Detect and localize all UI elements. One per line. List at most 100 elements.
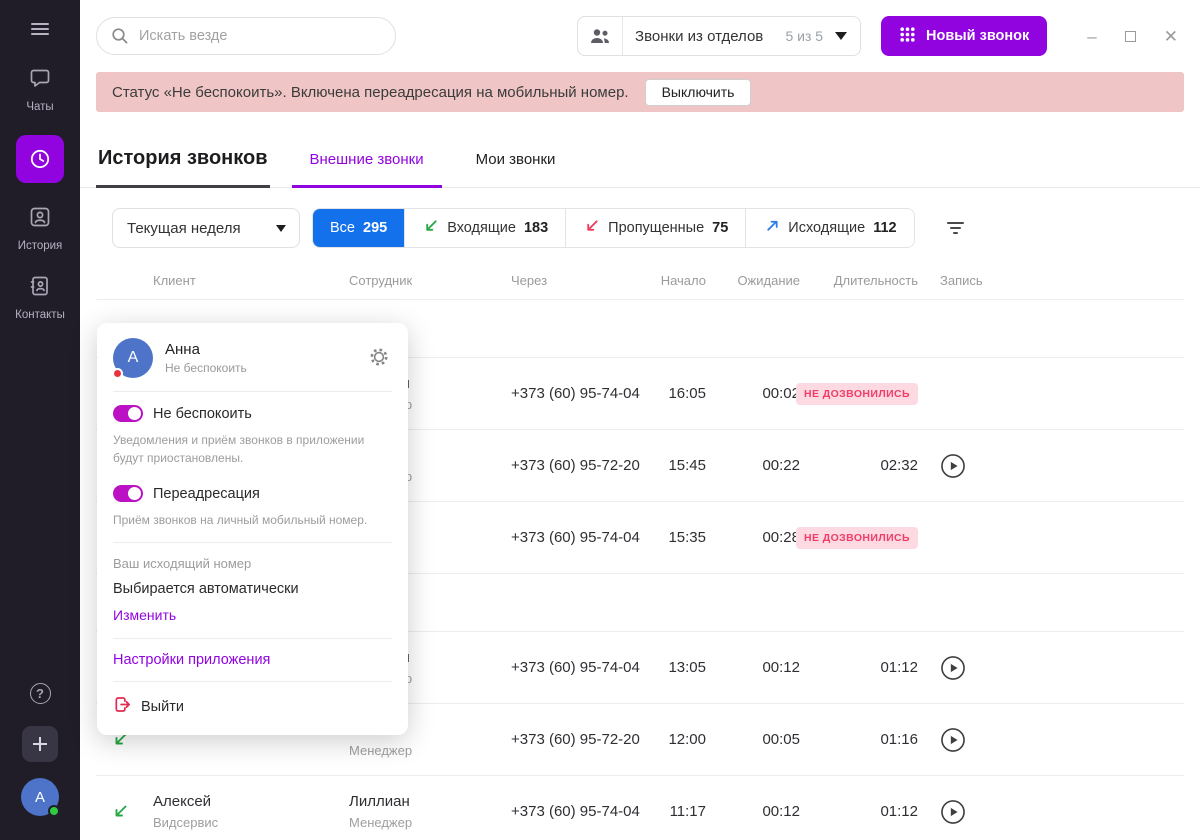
- via-number: +373 (60) 95-72-20: [494, 731, 644, 748]
- window-controls: – ✕: [1085, 26, 1180, 47]
- banner-text: Статус «Не беспокоить». Включена переадр…: [112, 84, 629, 101]
- settings-gear-button[interactable]: [366, 344, 392, 373]
- start-time: 11:17: [644, 803, 706, 820]
- profile-popup: А Анна Не беспокоить Не беспокоить Уведо…: [97, 323, 408, 735]
- department-filter-label: Звонки из отделов: [635, 28, 763, 45]
- dnd-status-banner: Статус «Не беспокоить». Включена переадр…: [96, 72, 1184, 112]
- department-filter-count: 5 из 5: [785, 28, 823, 44]
- start-time: 16:05: [644, 385, 706, 402]
- table-header: Клиент Сотрудник Через Начало Ожидание Д…: [96, 262, 1184, 300]
- divider: [113, 391, 392, 392]
- maximize-button[interactable]: [1123, 26, 1138, 47]
- employee-role: Менеджер: [349, 743, 494, 758]
- filters-row: Текущая неделя Все 295 Входящие 183: [80, 208, 1200, 248]
- wait-time: 00:12: [706, 659, 800, 676]
- segment-incoming[interactable]: Входящие 183: [404, 209, 565, 247]
- tab-my-calls[interactable]: Мои звонки: [458, 151, 574, 188]
- duration: 02:32: [880, 457, 918, 474]
- app-settings-link[interactable]: Настройки приложения: [113, 652, 392, 668]
- wait-time: 00:28: [706, 529, 800, 546]
- segment-missed[interactable]: Пропущенные 75: [565, 209, 745, 247]
- start-time: 12:00: [644, 731, 706, 748]
- new-call-button[interactable]: Новый звонок: [881, 16, 1047, 56]
- period-value: Текущая неделя: [127, 220, 241, 237]
- minimize-icon: –: [1087, 27, 1096, 46]
- play-button[interactable]: [940, 655, 966, 681]
- call-row[interactable]: АлексейВидсервис ЛиллианМенеджер +373 (6…: [96, 776, 1184, 840]
- profile-popup-header: А Анна Не беспокоить: [113, 338, 392, 378]
- page-title: История звонков: [96, 147, 270, 188]
- divider: [113, 638, 392, 639]
- sidebar-item-chats[interactable]: Чаты: [0, 66, 80, 113]
- turn-off-dnd-button[interactable]: Выключить: [645, 79, 752, 106]
- sidebar-item-call-history-active[interactable]: [0, 135, 80, 183]
- add-button[interactable]: [22, 726, 58, 762]
- segment-label: Пропущенные: [608, 220, 704, 236]
- profile-status: Не беспокоить: [165, 361, 366, 375]
- close-button[interactable]: ✕: [1162, 26, 1180, 47]
- toggle-description: Уведомления и приём звонков в приложении…: [113, 431, 392, 467]
- duration: 01:12: [880, 659, 918, 676]
- avatar-letter: А: [35, 789, 45, 806]
- sidebar-avatar[interactable]: А: [21, 778, 59, 816]
- logout-icon: [113, 695, 132, 718]
- start-time: 15:45: [644, 457, 706, 474]
- column-wait: Ожидание: [706, 273, 800, 288]
- call-type-segments: Все 295 Входящие 183 Пропущенные: [312, 208, 915, 248]
- via-number: +373 (60) 95-74-04: [494, 385, 644, 402]
- column-via: Через: [494, 273, 644, 288]
- toggle-label: Переадресация: [153, 486, 260, 502]
- chat-icon: [28, 66, 52, 95]
- play-button[interactable]: [940, 453, 966, 479]
- people-icon: [578, 26, 622, 46]
- sidebar-item-label: Чаты: [26, 101, 53, 113]
- sidebar-item-contacts[interactable]: Контакты: [0, 274, 80, 321]
- logout-label: Выйти: [141, 699, 184, 715]
- help-button[interactable]: [0, 683, 80, 704]
- segment-outgoing[interactable]: Исходящие 112: [745, 209, 913, 247]
- search-icon: [110, 26, 130, 51]
- column-client: Клиент: [144, 273, 334, 288]
- dnd-toggle[interactable]: [113, 405, 143, 422]
- search-input[interactable]: [96, 17, 396, 55]
- toggle-description: Приём звонков на личный мобильный номер.: [113, 511, 392, 529]
- via-number: +373 (60) 95-74-04: [494, 529, 644, 546]
- page-header: История звонков Внешние звонки Мои звонк…: [80, 132, 1200, 188]
- segment-label: Все: [330, 220, 355, 236]
- divider: [113, 681, 392, 682]
- global-search: [96, 17, 396, 55]
- menu-toggle-button[interactable]: [25, 14, 55, 44]
- outgoing-number-value: Выбирается автоматически: [113, 581, 392, 597]
- department-filter-dropdown[interactable]: Звонки из отделов 5 из 5: [577, 16, 861, 56]
- forwarding-toggle[interactable]: [113, 485, 143, 502]
- missed-badge: НЕ ДОЗВОНИЛИСЬ: [796, 527, 918, 549]
- sidebar-item-label: Контакты: [15, 309, 65, 321]
- help-icon: [30, 683, 51, 704]
- sort-filter-button[interactable]: [943, 215, 968, 241]
- column-record: Запись: [918, 273, 1184, 288]
- wait-time: 00:12: [706, 803, 800, 820]
- toggle-label: Не беспокоить: [153, 406, 252, 422]
- wait-time: 00:05: [706, 731, 800, 748]
- employee-role: Менеджер: [349, 815, 494, 830]
- play-button[interactable]: [940, 727, 966, 753]
- duration: 01:12: [880, 803, 918, 820]
- segment-count: 75: [712, 220, 728, 236]
- outgoing-number-label: Ваш исходящий номер: [113, 556, 392, 571]
- segment-all[interactable]: Все 295: [313, 209, 404, 247]
- sidebar-item-history[interactable]: История: [0, 205, 80, 252]
- missed-badge: НЕ ДОЗВОНИЛИСЬ: [796, 383, 918, 405]
- divider: [113, 542, 392, 543]
- minimize-button[interactable]: –: [1085, 26, 1098, 47]
- tab-external-calls[interactable]: Внешние звонки: [292, 151, 442, 188]
- change-number-link[interactable]: Изменить: [113, 607, 176, 623]
- play-button[interactable]: [940, 799, 966, 825]
- employee-name: Лиллиан: [349, 793, 494, 810]
- segment-label: Исходящие: [788, 220, 865, 236]
- topbar: Звонки из отделов 5 из 5 Новый звонок – …: [80, 0, 1200, 72]
- close-icon: ✕: [1164, 27, 1178, 46]
- client-name: Алексей: [153, 793, 334, 810]
- logout-button[interactable]: Выйти: [113, 695, 392, 718]
- forwarding-toggle-block: Переадресация Приём звонков на личный мо…: [113, 485, 392, 529]
- period-dropdown[interactable]: Текущая неделя: [112, 208, 300, 248]
